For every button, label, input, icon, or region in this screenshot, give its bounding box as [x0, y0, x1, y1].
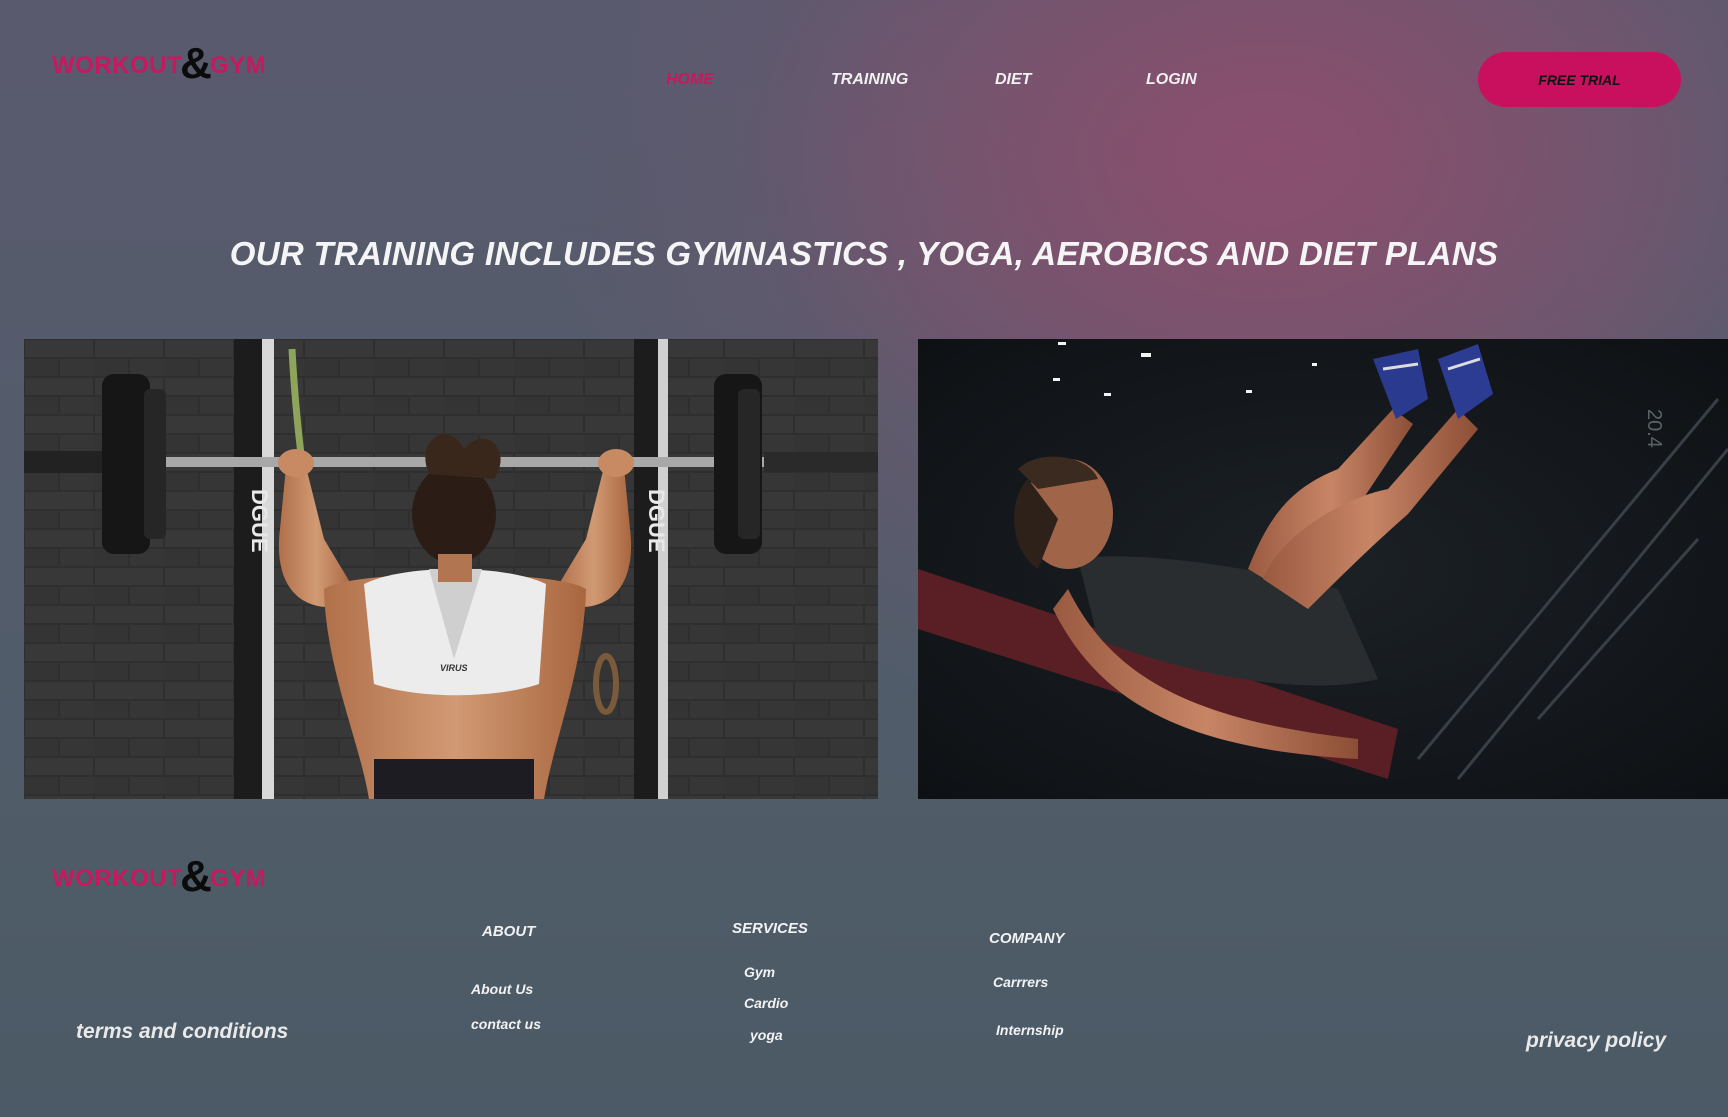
footer-link-careers[interactable]: Carrrers [993, 974, 1048, 990]
hero-headline: OUR TRAINING INCLUDES GYMNASTICS , YOGA,… [229, 235, 1499, 272]
logo-text-gym: GYM [209, 52, 267, 79]
footer-heading-services: SERVICES [732, 920, 808, 937]
weightlifting-photo: DGUE DGUE VIRUS [24, 339, 878, 799]
wall-number: 20.4 [1643, 409, 1665, 448]
leg-press-photo: 20.4 [918, 339, 1728, 799]
footer-logo-text-gym: GYM [209, 865, 267, 892]
footer-heading-company: COMPANY [989, 930, 1065, 947]
nav-login[interactable]: LOGIN [1146, 71, 1197, 89]
rack-text-right: DGUE [644, 489, 669, 553]
footer-link-contact-us[interactable]: contact us [471, 1016, 541, 1032]
brand-logo[interactable]: WORKOUT & GYM [52, 39, 267, 88]
logo-text-workout: WORKOUT [52, 52, 183, 79]
footer-link-gym[interactable]: Gym [744, 964, 775, 980]
terms-link[interactable]: terms and conditions [76, 1020, 288, 1044]
footer-link-yoga[interactable]: yoga [750, 1027, 783, 1043]
logo-ampersand: & [180, 39, 212, 88]
nav-home[interactable]: HOME [666, 71, 714, 89]
nav-diet[interactable]: DIET [995, 71, 1031, 89]
footer-link-about-us[interactable]: About Us [471, 981, 533, 997]
nav-training[interactable]: TRAINING [831, 71, 908, 89]
bra-print: VIRUS [440, 663, 468, 673]
footer-logo-ampersand: & [180, 852, 212, 901]
rack-text-left: DGUE [247, 489, 272, 553]
footer-link-internship[interactable]: Internship [996, 1022, 1064, 1038]
footer-heading-about: ABOUT [482, 923, 536, 940]
privacy-policy-link[interactable]: privacy policy [1526, 1029, 1666, 1053]
footer-brand-logo[interactable]: WORKOUT & GYM [52, 852, 267, 901]
footer-link-cardio[interactable]: Cardio [744, 995, 788, 1011]
footer-logo-text-workout: WORKOUT [52, 865, 183, 892]
free-trial-button[interactable]: FREE TRIAL [1478, 52, 1681, 107]
